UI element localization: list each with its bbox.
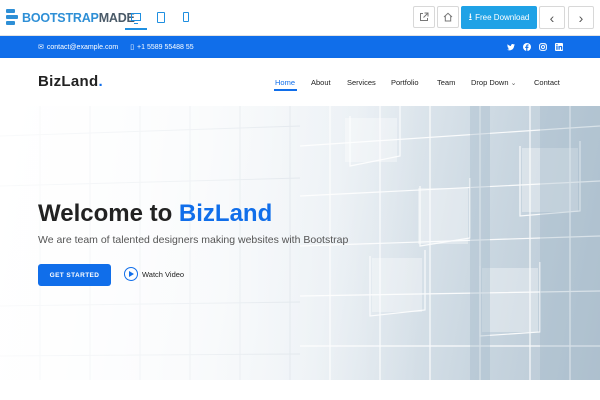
- nav-home[interactable]: Home: [275, 78, 295, 87]
- get-started-button[interactable]: GET STARTED: [38, 264, 111, 286]
- hero-subtitle: We are team of talented designers making…: [38, 234, 349, 246]
- twitter-icon[interactable]: [506, 42, 516, 52]
- watch-video-button[interactable]: Watch Video: [124, 267, 184, 281]
- nav-portfolio[interactable]: Portfolio: [391, 78, 419, 87]
- nav-active-indicator: [274, 89, 297, 91]
- previous-theme-button[interactable]: ‹: [539, 6, 565, 29]
- site-header: BizLand. Home About Services Portfolio T…: [0, 58, 600, 106]
- free-download-label: Free Download: [475, 13, 530, 22]
- download-icon: ⭳: [468, 11, 473, 23]
- tablet-view-button[interactable]: [150, 6, 172, 28]
- chevron-right-icon: ›: [578, 9, 584, 26]
- desktop-view-button[interactable]: [125, 6, 147, 30]
- contact-email[interactable]: contact@example.com: [47, 44, 118, 51]
- topbar-contact: ✉ contact@example.com ▯ +1 5589 55488 55: [38, 43, 194, 52]
- envelope-icon: ✉: [38, 44, 44, 51]
- nav-about[interactable]: About: [311, 78, 331, 87]
- nav-services[interactable]: Services: [347, 78, 376, 87]
- chevron-left-icon: ‹: [549, 9, 555, 26]
- watch-video-label: Watch Video: [142, 269, 185, 279]
- hero-section: Welcome to BizLand We are team of talent…: [0, 106, 600, 380]
- bizland-logo-dot: .: [98, 73, 103, 90]
- external-link-icon: [420, 12, 429, 21]
- instagram-icon[interactable]: [538, 42, 548, 52]
- hero-title-prefix: Welcome to: [38, 200, 179, 227]
- bizland-logo[interactable]: BizLand.: [38, 73, 103, 90]
- page-bottom-strip: [0, 380, 600, 400]
- mobile-view-button[interactable]: [175, 6, 197, 28]
- nav-dropdown-label: Drop Down: [471, 78, 509, 87]
- home-icon: [443, 12, 453, 22]
- home-button[interactable]: [437, 6, 459, 28]
- linkedin-icon[interactable]: [554, 42, 564, 52]
- mobile-view-icon: [183, 12, 189, 22]
- bootstrapmade-logo[interactable]: BOOTSTRAPMADE: [6, 9, 135, 26]
- play-circle-icon: [124, 267, 138, 281]
- contact-phone[interactable]: +1 5589 55488 55: [137, 44, 194, 51]
- bizland-logo-text: BizLand: [38, 73, 99, 90]
- tablet-view-icon: [157, 11, 165, 23]
- hero-title-brand: BizLand: [178, 200, 273, 227]
- hero-title: Welcome to BizLand: [38, 200, 272, 228]
- bootstrapmade-logo-icon: [6, 9, 19, 26]
- preview-toolbar: BOOTSTRAPMADE ⭳ Free Download ‹ ›: [0, 0, 600, 36]
- nav-team[interactable]: Team: [437, 78, 455, 87]
- facebook-icon[interactable]: [522, 42, 532, 52]
- nav-dropdown[interactable]: Drop Down ⌄: [471, 78, 516, 87]
- phone-icon: ▯: [130, 44, 135, 51]
- next-theme-button[interactable]: ›: [568, 6, 594, 29]
- open-external-button[interactable]: [413, 6, 435, 28]
- chevron-down-icon: ⌄: [510, 80, 517, 87]
- free-download-button[interactable]: ⭳ Free Download: [461, 6, 537, 29]
- nav-contact[interactable]: Contact: [534, 78, 560, 87]
- logo-text-part1: BOOTSTRAP: [22, 10, 99, 25]
- desktop-view-icon: [131, 13, 141, 24]
- topbar: ✉ contact@example.com ▯ +1 5589 55488 55: [0, 36, 600, 58]
